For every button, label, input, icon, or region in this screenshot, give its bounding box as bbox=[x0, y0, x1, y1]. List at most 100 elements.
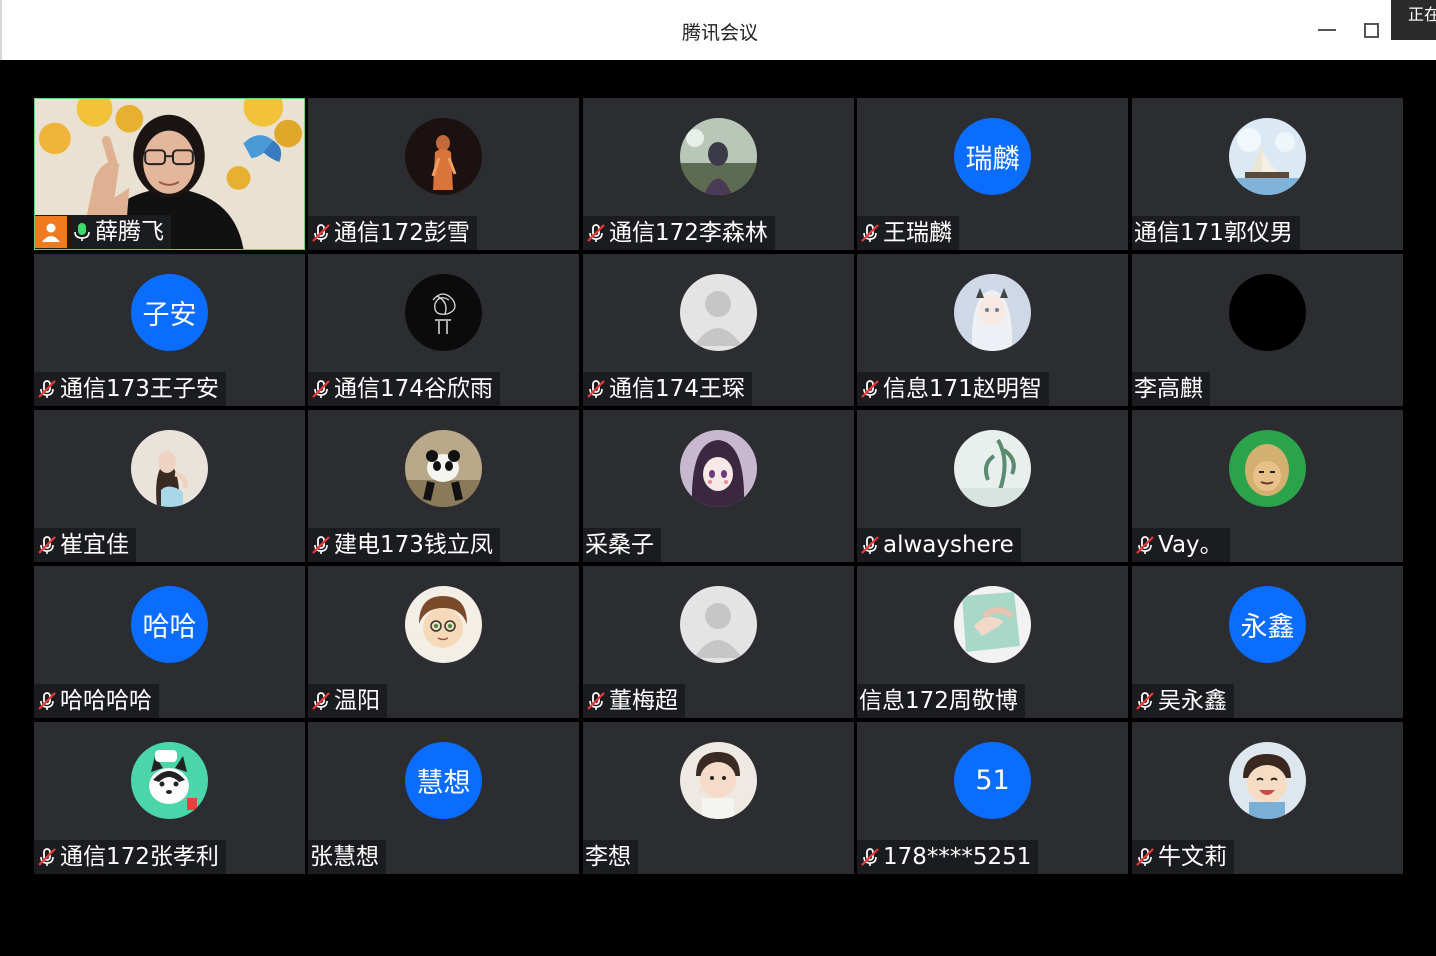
participant-name: 通信173王子安 bbox=[60, 376, 219, 402]
participant-tile[interactable]: 通信172李森林 bbox=[583, 98, 854, 250]
participant-tile[interactable]: 李高麒 bbox=[1132, 254, 1403, 406]
participant-tile[interactable]: 通信172彭雪 bbox=[308, 98, 579, 250]
participant-tile[interactable]: 通信174谷欣雨 bbox=[308, 254, 579, 406]
maximize-button[interactable] bbox=[1364, 23, 1379, 38]
participant-grid: 薛腾飞 通信172彭雪 通信172李森林 瑞麟 王瑞麟 通信171郭仪男 子安 通信173王子… bbox=[3, 60, 1436, 956]
name-bar: 通信172彭雪 bbox=[308, 216, 477, 250]
avatar bbox=[1229, 430, 1306, 507]
participant-tile[interactable]: 建电173钱立凤 bbox=[308, 410, 579, 562]
avatar bbox=[131, 430, 208, 507]
participant-name: 通信172李森林 bbox=[609, 220, 768, 246]
mic-muted-icon bbox=[859, 222, 883, 244]
participant-tile[interactable]: 信息171赵明智 bbox=[857, 254, 1128, 406]
participant-name: 通信174王琛 bbox=[609, 376, 745, 402]
participant-tile[interactable]: 牛文莉 bbox=[1132, 722, 1403, 874]
participant-tile[interactable]: 永鑫 吴永鑫 bbox=[1132, 566, 1403, 718]
name-bar: 董梅超 bbox=[583, 684, 685, 718]
name-bar: 李高麒 bbox=[1132, 372, 1210, 406]
participant-tile[interactable]: alwayshere bbox=[857, 410, 1128, 562]
name-bar: 信息172周敬博 bbox=[857, 684, 1025, 718]
mic-muted-icon bbox=[859, 378, 883, 400]
avatar bbox=[405, 274, 482, 351]
name-bar: alwayshere bbox=[857, 528, 1021, 562]
mic-muted-icon bbox=[585, 222, 609, 244]
name-bar: 吴永鑫 bbox=[1132, 684, 1234, 718]
participant-name: 信息172周敬博 bbox=[859, 688, 1018, 714]
avatar: 瑞麟 bbox=[954, 118, 1031, 195]
avatar bbox=[1229, 274, 1306, 351]
mic-muted-icon bbox=[1134, 846, 1158, 868]
participant-tile[interactable]: 薛腾飞 bbox=[34, 98, 305, 250]
avatar bbox=[954, 430, 1031, 507]
mic-on-icon bbox=[71, 221, 95, 243]
participant-tile[interactable]: 瑞麟王瑞麟 bbox=[857, 98, 1128, 250]
participant-tile[interactable]: 慧想 张慧想 bbox=[308, 722, 579, 874]
participant-name: 通信171郭仪男 bbox=[1134, 220, 1293, 246]
avatar: 子安 bbox=[131, 274, 208, 351]
participant-name: 吴永鑫 bbox=[1158, 688, 1227, 714]
participant-name: 崔宜佳 bbox=[60, 532, 129, 558]
name-bar: 信息171赵明智 bbox=[857, 372, 1049, 406]
participant-name: 178****5251 bbox=[883, 844, 1032, 870]
mic-muted-icon bbox=[36, 378, 60, 400]
mic-muted-icon bbox=[585, 378, 609, 400]
name-bar: Vay。 bbox=[1132, 528, 1230, 562]
participant-name: 采桑子 bbox=[585, 532, 654, 558]
name-bar: 178****5251 bbox=[857, 840, 1039, 874]
mic-muted-icon bbox=[310, 378, 334, 400]
name-bar: 崔宜佳 bbox=[34, 528, 136, 562]
participant-name: 张慧想 bbox=[310, 844, 379, 870]
participant-tile[interactable]: 通信174王琛 bbox=[583, 254, 854, 406]
participant-tile[interactable]: 温阳 bbox=[308, 566, 579, 718]
participant-tile[interactable]: 信息172周敬博 bbox=[857, 566, 1128, 718]
name-bar: 通信174王琛 bbox=[583, 372, 752, 406]
avatar bbox=[680, 118, 757, 195]
avatar bbox=[405, 586, 482, 663]
name-bar: 通信173王子安 bbox=[34, 372, 226, 406]
participant-tile[interactable]: Vay。 bbox=[1132, 410, 1403, 562]
participant-tile[interactable]: 通信171郭仪男 bbox=[1132, 98, 1403, 250]
participant-tile[interactable]: 董梅超 bbox=[583, 566, 854, 718]
mic-muted-icon bbox=[859, 846, 883, 868]
mic-muted-icon bbox=[310, 222, 334, 244]
participant-name: 薛腾飞 bbox=[95, 219, 164, 245]
mic-muted-icon bbox=[310, 534, 334, 556]
participant-tile[interactable]: 采桑子 bbox=[583, 410, 854, 562]
title-bar: 腾讯会议 正在 bbox=[0, 0, 1436, 60]
mic-muted-icon bbox=[1134, 690, 1158, 712]
name-bar: 温阳 bbox=[308, 684, 387, 718]
window-title: 腾讯会议 bbox=[681, 22, 758, 44]
participant-tile[interactable]: 哈哈 哈哈哈哈 bbox=[34, 566, 305, 718]
participant-name: 通信172彭雪 bbox=[334, 220, 470, 246]
name-bar: 张慧想 bbox=[308, 840, 386, 874]
avatar: 51 bbox=[954, 742, 1031, 819]
name-bar: 哈哈哈哈 bbox=[34, 684, 159, 718]
avatar bbox=[954, 586, 1031, 663]
avatar bbox=[680, 586, 757, 663]
host-icon bbox=[35, 216, 67, 248]
mic-muted-icon bbox=[585, 690, 609, 712]
minimize-button[interactable] bbox=[1318, 29, 1336, 31]
participant-name: 董梅超 bbox=[609, 688, 678, 714]
name-bar: 通信174谷欣雨 bbox=[308, 372, 500, 406]
avatar bbox=[680, 274, 757, 351]
avatar bbox=[680, 742, 757, 819]
participant-name: 通信172张孝利 bbox=[60, 844, 219, 870]
participant-name: 哈哈哈哈 bbox=[60, 688, 152, 714]
name-bar: 王瑞麟 bbox=[857, 216, 959, 250]
avatar bbox=[405, 430, 482, 507]
participant-tile[interactable]: 崔宜佳 bbox=[34, 410, 305, 562]
avatar bbox=[405, 118, 482, 195]
participant-name: 信息171赵明智 bbox=[883, 376, 1042, 402]
name-bar: 通信171郭仪男 bbox=[1132, 216, 1300, 250]
participant-tile[interactable]: 通信172张孝利 bbox=[34, 722, 305, 874]
participant-tile[interactable]: 51 178****5251 bbox=[857, 722, 1128, 874]
mic-muted-icon bbox=[310, 690, 334, 712]
avatar bbox=[680, 430, 757, 507]
name-bar: 薛腾飞 bbox=[35, 215, 171, 249]
mic-muted-icon bbox=[36, 534, 60, 556]
participant-tile[interactable]: 李想 bbox=[583, 722, 854, 874]
name-bar: 建电173钱立凤 bbox=[308, 528, 500, 562]
status-tag: 正在 bbox=[1391, 0, 1436, 40]
participant-tile[interactable]: 子安通信173王子安 bbox=[34, 254, 305, 406]
